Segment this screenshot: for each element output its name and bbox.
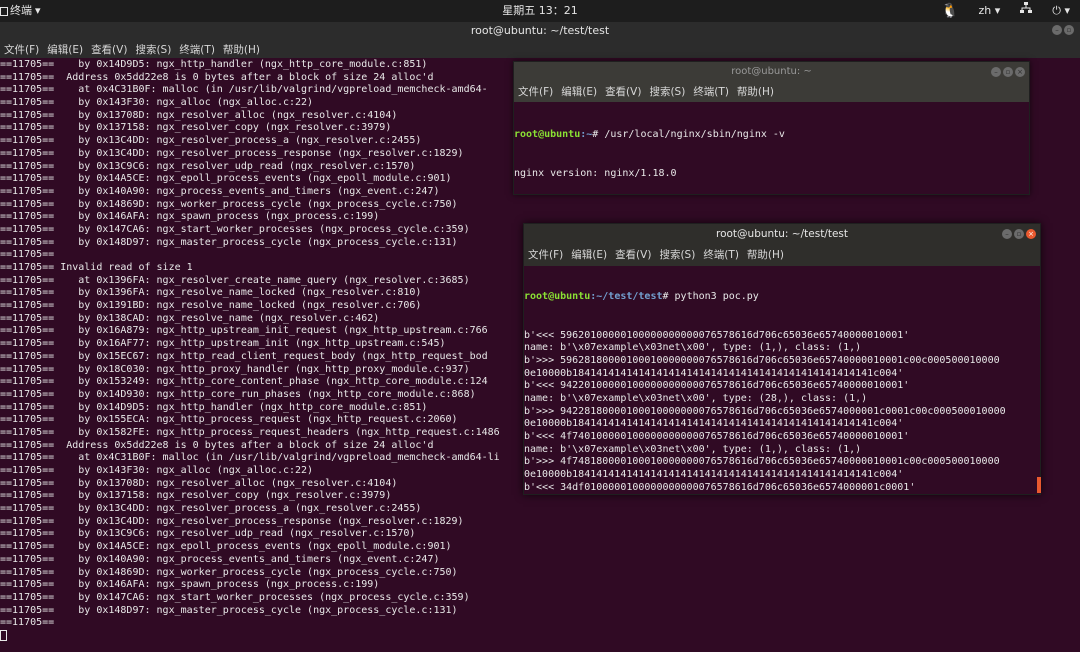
terminal-window-home[interactable]: root@ubuntu: ~ – ▫ × 文件(F) 编辑(E) 查看(V) 搜… bbox=[513, 61, 1030, 195]
command-text: # python3 poc.py bbox=[662, 291, 759, 303]
terminal-line: root@ubuntu:~/test/test# python3 poc.py bbox=[524, 291, 1040, 304]
terminal-line: ==11705== by 0x14869D: ngx_worker_proces… bbox=[0, 566, 458, 578]
menu-view[interactable]: 查看(V) bbox=[615, 244, 651, 266]
terminal-line: name: b'\x07example\x03net\x00', type: (… bbox=[524, 494, 1040, 495]
menu-terminal[interactable]: 终端(T) bbox=[693, 82, 729, 102]
terminal-line: ==11705== bbox=[0, 617, 55, 629]
menu-file[interactable]: 文件(F) bbox=[518, 82, 553, 102]
terminal-line: b'<<< 94220100000100000000000076578616d7… bbox=[524, 380, 910, 392]
terminal-line: ==11705== by 0x14869D: ngx_worker_proces… bbox=[0, 198, 458, 210]
main-menubar: 文件(F) 编辑(E) 查看(V) 搜索(S) 终端(T) 帮助(H) bbox=[0, 42, 1080, 58]
terminal-line: 0e10000b18414141414141414141414141414141… bbox=[524, 418, 904, 430]
minimize-button[interactable]: – bbox=[1002, 229, 1012, 239]
menu-terminal[interactable]: 终端(T) bbox=[179, 42, 215, 58]
prompt-path: :~ bbox=[580, 129, 593, 141]
prompt-user: root@ubuntu bbox=[514, 129, 581, 141]
terminal-line: ==11705== by 0x146AFA: ngx_spawn_process… bbox=[0, 579, 380, 591]
terminal-line: b'>>> 59628180000100010000000076578616d7… bbox=[524, 354, 1000, 366]
minimize-button[interactable]: – bbox=[991, 67, 1001, 77]
terminal-line: 0e10000b18414141414141414141414141414141… bbox=[524, 367, 904, 379]
main-window-titlebar[interactable]: root@ubuntu: ~/test/test – ▫ bbox=[0, 22, 1080, 42]
menu-search[interactable]: 搜索(S) bbox=[649, 82, 685, 102]
top-bar: 终端 ▾ 星期五 13：21 🐧 zh ▾ ⏻ ▾ bbox=[0, 0, 1080, 22]
menu-help[interactable]: 帮助(H) bbox=[223, 42, 260, 58]
terminal-line bbox=[0, 629, 1080, 643]
language-selector[interactable]: zh ▾ bbox=[979, 0, 1001, 22]
terminal-line: name: b'\x07example\x03net\x00', type: (… bbox=[524, 443, 862, 455]
minimize-button[interactable]: – bbox=[1052, 25, 1062, 35]
menu-file[interactable]: 文件(F) bbox=[528, 244, 563, 266]
terminal-window-test[interactable]: root@ubuntu: ~/test/test – ▫ × 文件(F) 编辑(… bbox=[523, 223, 1041, 495]
close-button[interactable]: × bbox=[1015, 67, 1025, 77]
system-tray: 🐧 zh ▾ ⏻ ▾ bbox=[941, 0, 1070, 22]
terminal-line: nginx version: nginx/1.18.0 bbox=[514, 167, 677, 179]
maximize-button[interactable]: ▫ bbox=[1003, 67, 1013, 77]
terminal-line: root@ubuntu:~# /usr/local/nginx/sbin/ngi… bbox=[514, 129, 1029, 142]
terminal-line: b'>>> 94228180000100010000000076578616d7… bbox=[524, 405, 1006, 417]
terminal-line: b'>>> 4f748180000100010000000076578616d7… bbox=[524, 456, 1000, 468]
prompt-path: :~/test/test bbox=[590, 291, 663, 303]
win3-menubar: 文件(F) 编辑(E) 查看(V) 搜索(S) 终端(T) 帮助(H) bbox=[524, 244, 1040, 266]
clock[interactable]: 星期五 13：21 bbox=[0, 0, 1080, 22]
win2-menubar: 文件(F) 编辑(E) 查看(V) 搜索(S) 终端(T) 帮助(H) bbox=[514, 82, 1029, 102]
terminal-line: ==11705== by 0x13C4DD: ngx_resolver_proc… bbox=[0, 503, 422, 515]
maximize-button[interactable]: ▫ bbox=[1064, 25, 1074, 35]
power-menu[interactable]: ⏻ ▾ bbox=[1052, 0, 1070, 22]
menu-edit[interactable]: 编辑(E) bbox=[47, 42, 83, 58]
main-window-title: root@ubuntu: ~/test/test bbox=[470, 24, 610, 37]
window-controls: – ▫ bbox=[1052, 25, 1074, 35]
menu-help[interactable]: 帮助(H) bbox=[737, 82, 774, 102]
accessibility-icon[interactable]: 🐧 bbox=[941, 0, 958, 22]
network-icon[interactable] bbox=[1020, 0, 1033, 22]
terminal-line: b'<<< 59620100000100000000000076578616d7… bbox=[524, 329, 910, 341]
win3-controls: – ▫ × bbox=[1002, 229, 1036, 239]
scrollbar-thumb[interactable] bbox=[1037, 477, 1041, 493]
terminal-line: b'<<< 34df0100000100000000000076578616d7… bbox=[524, 481, 916, 493]
prompt-user: root@ubuntu bbox=[524, 291, 591, 303]
terminal-line: 0e10000b18414141414141414141414141414141… bbox=[524, 469, 904, 481]
terminal-line: name: b'\x07example\x03net\x00', type: (… bbox=[524, 342, 862, 354]
menu-terminal[interactable]: 终端(T) bbox=[703, 244, 739, 266]
win2-terminal-output[interactable]: root@ubuntu:~# /usr/local/nginx/sbin/ngi… bbox=[514, 102, 1029, 194]
win3-terminal-output[interactable]: root@ubuntu:~/test/test# python3 poc.py … bbox=[524, 266, 1040, 495]
command-text: # /usr/local/nginx/sbin/nginx -v bbox=[592, 129, 785, 141]
win2-title: root@ubuntu: ~ bbox=[731, 66, 812, 77]
maximize-button[interactable]: ▫ bbox=[1014, 229, 1024, 239]
terminal-line: name: b'\x07example\x03net\x00', type: (… bbox=[524, 392, 868, 404]
menu-view[interactable]: 查看(V) bbox=[91, 42, 127, 58]
menu-edit[interactable]: 编辑(E) bbox=[571, 244, 607, 266]
text-cursor bbox=[0, 629, 7, 641]
terminal-line: b'<<< 4f740100000100000000000076578616d7… bbox=[524, 431, 910, 442]
terminal-line: ==11705== by 0x140A90: ngx_process_event… bbox=[0, 553, 440, 565]
terminal-line: ==11705== by 0x13C9C6: ngx_resolver_udp_… bbox=[0, 528, 416, 540]
win3-title: root@ubuntu: ~/test/test bbox=[715, 228, 849, 240]
menu-search[interactable]: 搜索(S) bbox=[135, 42, 171, 58]
close-button[interactable]: × bbox=[1026, 229, 1036, 239]
terminal-line: ==11705== by 0x13C4DD: ngx_resolver_proc… bbox=[0, 515, 464, 527]
menu-view[interactable]: 查看(V) bbox=[605, 82, 641, 102]
terminal-line: ==11705== by 0x14A5CE: ngx_epoll_process… bbox=[0, 541, 452, 553]
menu-edit[interactable]: 编辑(E) bbox=[561, 82, 597, 102]
menu-help[interactable]: 帮助(H) bbox=[747, 244, 784, 266]
terminal-line: ==11705== by 0x148D97: ngx_master_proces… bbox=[0, 604, 458, 616]
win3-titlebar[interactable]: root@ubuntu: ~/test/test – ▫ × bbox=[524, 224, 1040, 244]
terminal-line: ==11705== by 0x147CA6: ngx_start_worker_… bbox=[0, 591, 470, 603]
win2-titlebar[interactable]: root@ubuntu: ~ – ▫ × bbox=[514, 62, 1029, 82]
menu-file[interactable]: 文件(F) bbox=[4, 42, 39, 58]
win2-controls: – ▫ × bbox=[991, 67, 1025, 77]
menu-search[interactable]: 搜索(S) bbox=[659, 244, 695, 266]
